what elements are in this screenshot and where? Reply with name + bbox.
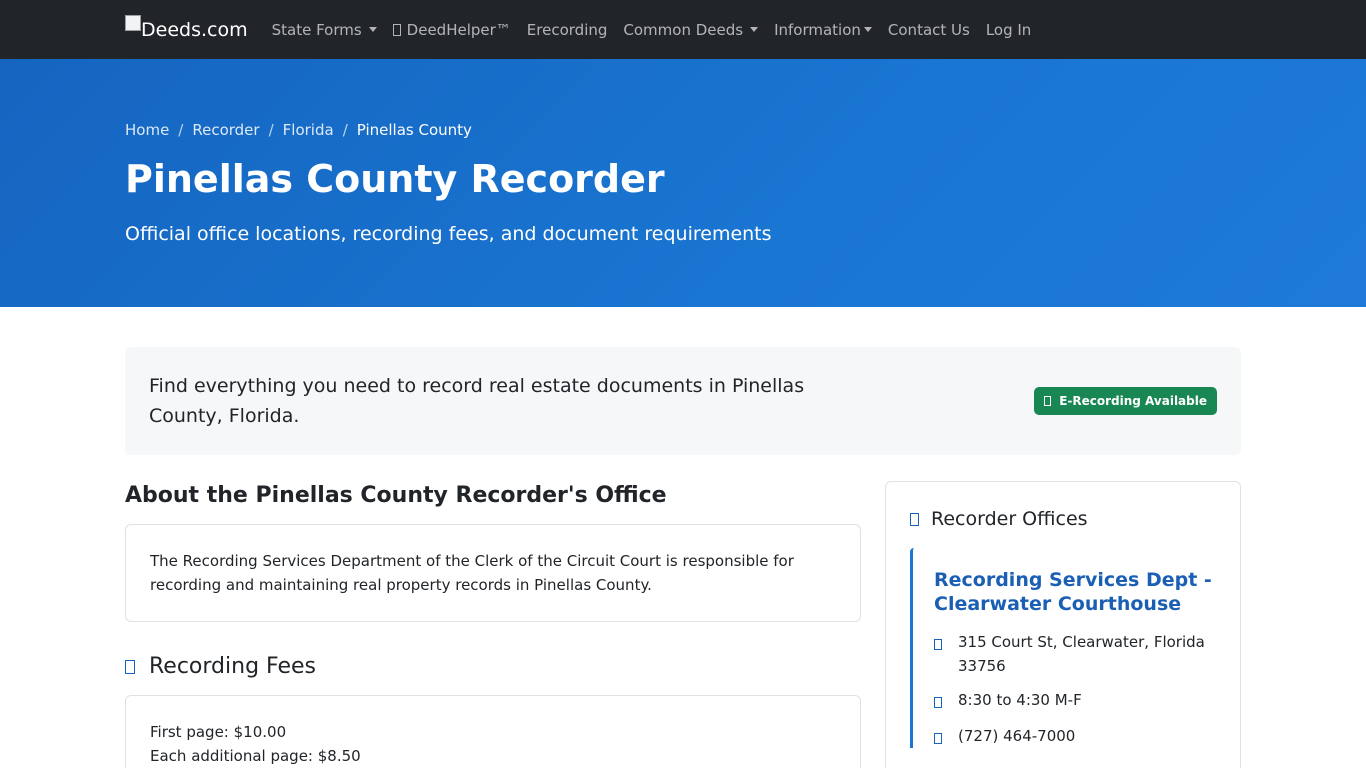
dollar-icon (125, 659, 135, 674)
breadcrumb-separator: / (178, 121, 184, 139)
brand-logo-link[interactable]: Deeds.com (125, 14, 248, 41)
breadcrumb: Home / Recorder / Florida / Pinellas Cou… (125, 121, 1366, 139)
nav-log-in[interactable]: Log In (986, 21, 1032, 39)
office-hours: 8:30 to 4:30 M-F (958, 691, 1082, 709)
nav-state-forms-label: State Forms (271, 20, 362, 39)
intro-banner: Find everything you need to record real … (125, 347, 1241, 455)
nav-contact-us-label: Contact Us (887, 20, 970, 39)
recorder-offices-heading: Recorder Offices (910, 508, 1216, 530)
nav-erecording[interactable]: Erecording (527, 21, 608, 39)
about-heading: About the Pinellas County Recorder's Off… (125, 483, 667, 508)
breadcrumb-florida[interactable]: Florida (283, 121, 334, 139)
nav-erecording-label: Erecording (526, 20, 608, 39)
office-phone-link[interactable]: (727) 464-7000 (958, 724, 1075, 748)
recorder-offices-title: Recorder Offices (931, 508, 1088, 530)
missing-glyph-icon (392, 23, 401, 36)
office-address-row: 315 Court St, Clearwater, Florida 33756 (934, 630, 1216, 678)
breadcrumb-recorder[interactable]: Recorder (192, 121, 259, 139)
page-title: Pinellas County Recorder (125, 157, 665, 201)
nav-contact-us[interactable]: Contact Us (888, 21, 970, 39)
nav-deedhelper[interactable]: DeedHelper™ (392, 20, 511, 39)
left-column: About the Pinellas County Recorder's Off… (125, 481, 861, 768)
nav-common-deeds[interactable]: Common Deeds (623, 20, 759, 39)
recording-fees-heading: Recording Fees (125, 654, 861, 679)
fees-card: First page: $10.00 Each additional page:… (125, 695, 861, 768)
breadcrumb-separator: / (342, 121, 348, 139)
nav-common-deeds-label: Common Deeds (623, 20, 744, 39)
two-column-layout: About the Pinellas County Recorder's Off… (125, 481, 1241, 768)
main-content: Find everything you need to record real … (0, 307, 1366, 768)
about-card: The Recording Services Department of the… (125, 524, 861, 622)
office-name-link[interactable]: Recording Services Dept - Clearwater Cou… (934, 569, 1212, 615)
fee-line-first-page: First page: $10.00 (150, 723, 287, 741)
broken-image-icon (125, 14, 141, 31)
chevron-down-icon (863, 27, 872, 32)
chevron-down-icon (750, 27, 759, 32)
recording-fees-title: Recording Fees (149, 654, 317, 679)
office-address: 315 Court St, Clearwater, Florida 33756 (958, 633, 1205, 675)
breadcrumb-current: Pinellas County (356, 121, 472, 139)
nav-log-in-label: Log In (985, 20, 1032, 39)
nav-information[interactable]: Information (774, 21, 872, 39)
nav-deedhelper-label: DeedHelper™ (406, 20, 511, 39)
breadcrumb-separator: / (268, 121, 274, 139)
erecording-badge: E-Recording Available (1034, 387, 1217, 415)
about-text: The Recording Services Department of the… (150, 552, 794, 594)
top-navbar: Deeds.com State Forms DeedHelper™ Erecor… (0, 0, 1366, 59)
nav-information-label: Information (774, 20, 861, 39)
erecording-badge-label: E-Recording Available (1059, 394, 1207, 408)
chevron-down-icon (368, 27, 377, 32)
recorder-offices-card: Recorder Offices Recording Services Dept… (885, 481, 1241, 768)
phone-icon (934, 733, 942, 744)
office-hours-row: 8:30 to 4:30 M-F (934, 688, 1216, 712)
fee-line-additional-page: Each additional page: $8.50 (150, 747, 361, 765)
hero-section: Home / Recorder / Florida / Pinellas Cou… (0, 59, 1366, 307)
building-icon (910, 512, 919, 526)
office-phone-row: (727) 464-7000 (934, 724, 1216, 748)
page-subtitle: Official office locations, recording fee… (125, 222, 772, 245)
intro-text: Find everything you need to record real … (149, 375, 805, 427)
office-item: Recording Services Dept - Clearwater Cou… (910, 548, 1216, 748)
nav-state-forms[interactable]: State Forms (272, 21, 377, 39)
map-marker-icon (934, 639, 942, 650)
clock-icon (934, 697, 942, 708)
brand-name: Deeds.com (141, 18, 248, 41)
check-icon (1044, 396, 1052, 406)
right-column: Recorder Offices Recording Services Dept… (885, 481, 1241, 768)
breadcrumb-home[interactable]: Home (125, 121, 169, 139)
